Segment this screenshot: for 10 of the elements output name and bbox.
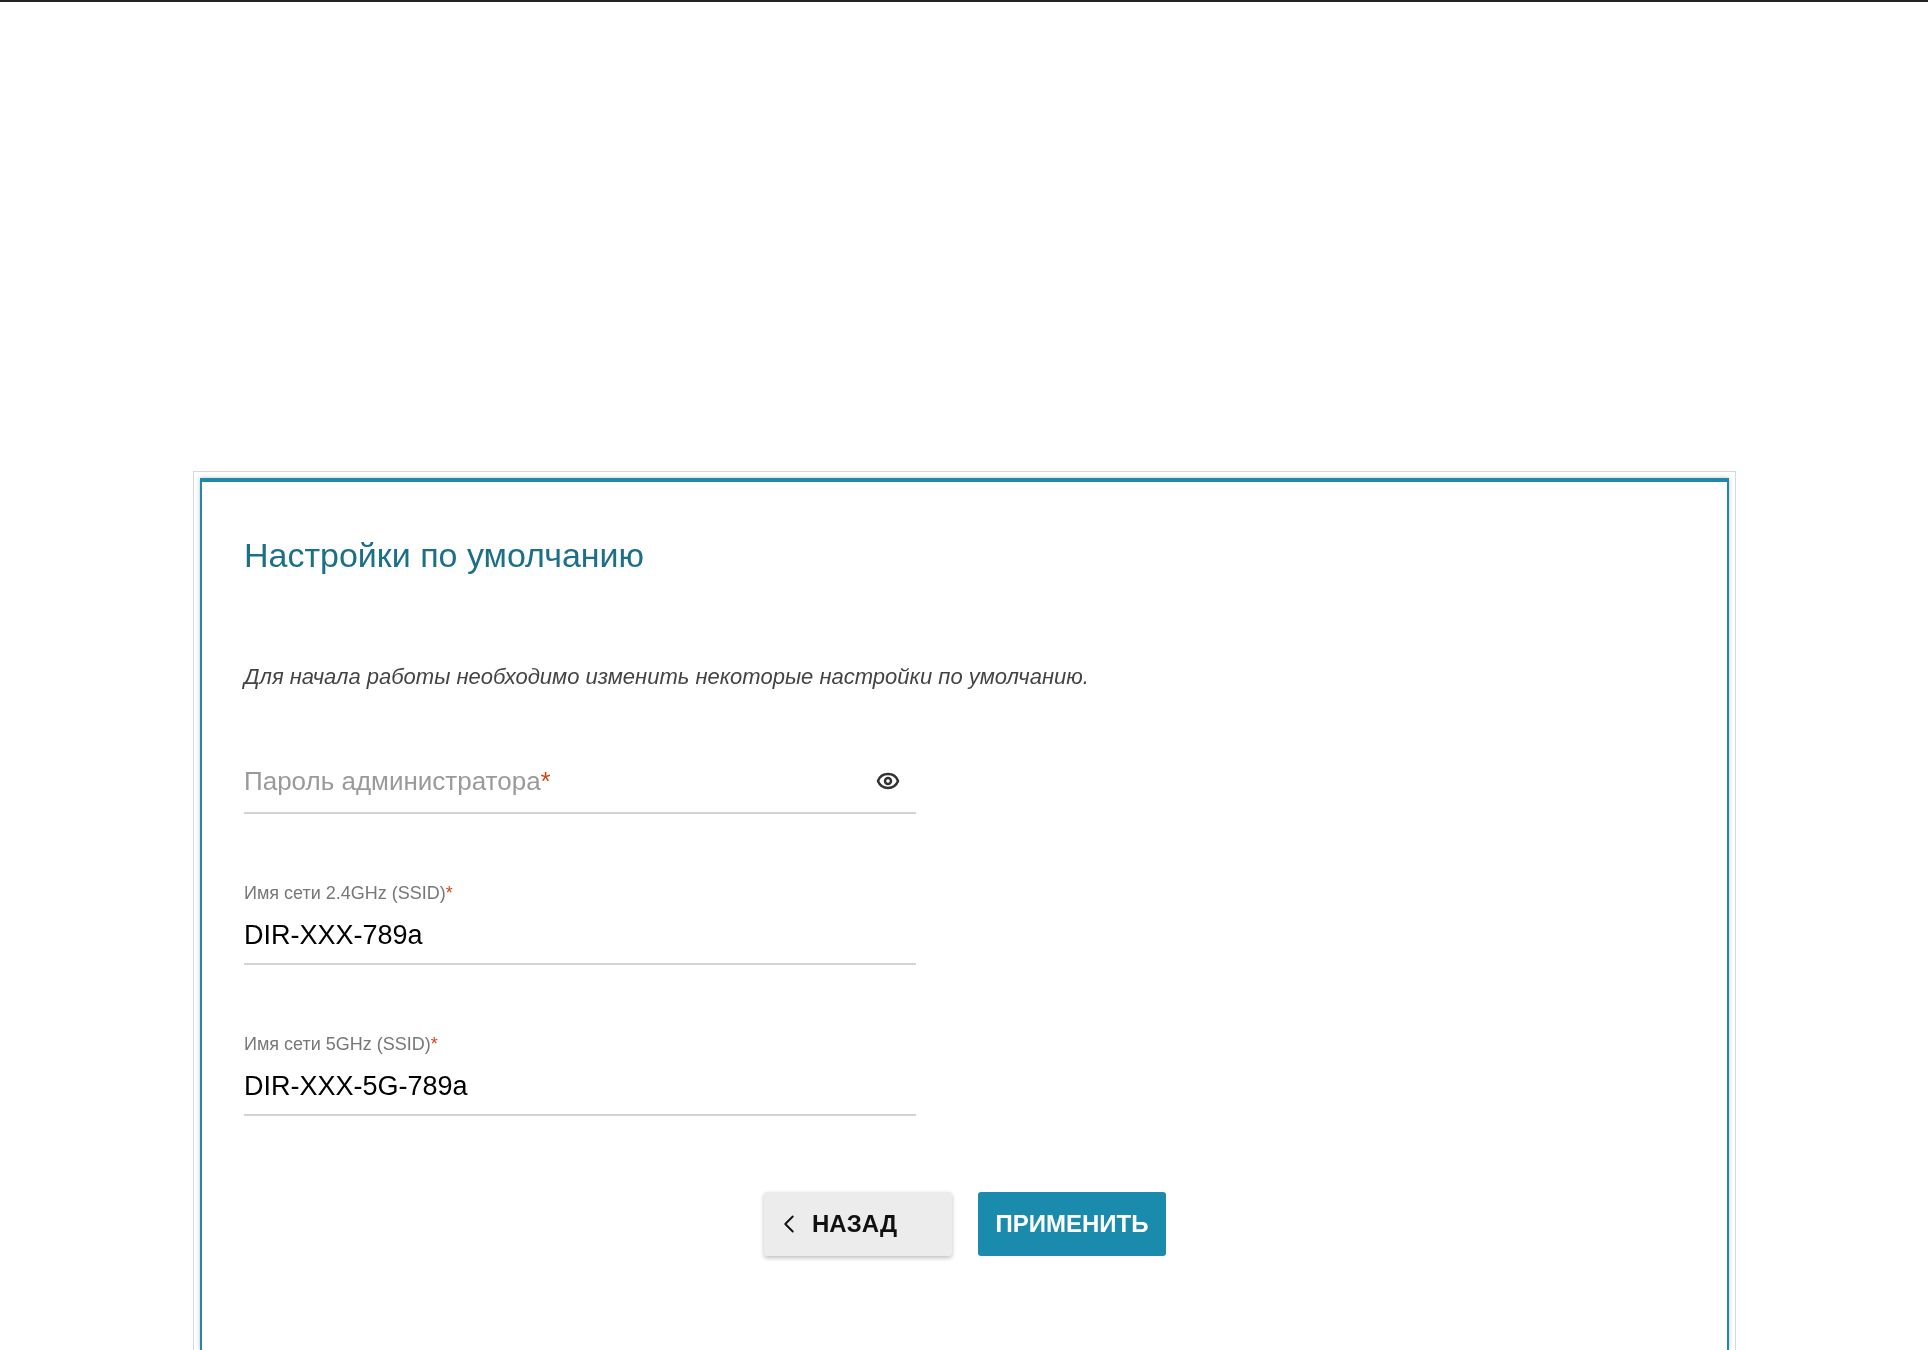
field-placeholder: Пароль администратора* xyxy=(244,764,552,798)
description: Для начала работы необходимо изменить некоторые настройки по умолчанию. xyxy=(244,666,1090,688)
ssid-field[interactable]: DIR-XXX-5G-789a xyxy=(244,1073,916,1116)
ssid-field[interactable]: DIR-XXX-789a xyxy=(244,922,916,965)
field-label: Имя сети 2.4GHz (SSID)* xyxy=(244,884,454,902)
field-label: Имя сети 5GHz (SSID)* xyxy=(244,1035,439,1053)
back-button[interactable]: НАЗАД xyxy=(764,1192,952,1256)
password-field[interactable]: Пароль администратора* xyxy=(244,750,916,814)
apply-button[interactable]: ПРИМЕНИТЬ xyxy=(978,1192,1166,1256)
card-title: Настройки по умолчанию xyxy=(244,538,646,572)
